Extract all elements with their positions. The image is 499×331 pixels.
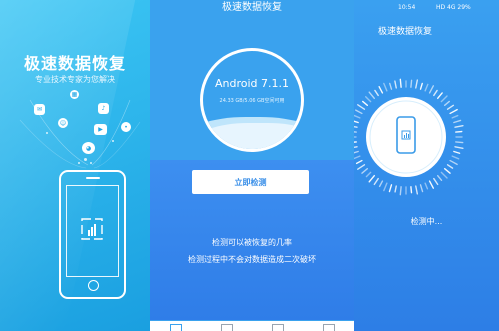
android-version: Android 7.1.1 <box>214 77 289 90</box>
scan-progress-label: 检测中... <box>410 217 443 226</box>
scan-tick <box>354 114 361 119</box>
storage-gauge: Android 7.1.1 24.33 GB/5.06 GB空间可用 <box>200 48 304 152</box>
scan-tick <box>454 124 464 128</box>
recovery-icon <box>81 218 103 240</box>
phone-speaker <box>85 177 100 179</box>
scan-tick <box>440 95 448 103</box>
scan-tick <box>440 171 448 179</box>
scan-tick <box>354 120 359 124</box>
scan-tick <box>354 131 357 133</box>
scan-tick <box>419 82 423 90</box>
scan-tick <box>433 177 439 186</box>
storage-text: 24.33 GB/5.06 GB空间可用 <box>219 98 285 104</box>
scan-tick <box>378 86 384 94</box>
note-line-1: 检测可以被恢复的几率 <box>212 238 292 247</box>
scan-animation <box>354 78 464 196</box>
scan-tick <box>410 186 413 194</box>
note-line-2: 检测过程中不会对数据造成二次破坏 <box>188 255 316 264</box>
scan-tick <box>354 146 358 149</box>
scan-tick <box>354 155 361 160</box>
scan-tick <box>394 80 397 89</box>
scan-tick <box>437 92 443 100</box>
scan-tick <box>354 125 358 128</box>
scan-tick <box>419 184 424 193</box>
main-screen: 极速数据恢复 Android 7.1.1 24.33 GB/5.06 GB空间可… <box>150 0 354 331</box>
scan-tick <box>354 141 357 143</box>
bar-icon <box>406 133 407 138</box>
scan-tick <box>368 174 375 183</box>
scan-tick <box>449 108 458 115</box>
scan-tick <box>354 150 359 154</box>
bar-icon <box>404 135 405 138</box>
help-tab-icon[interactable] <box>322 324 335 331</box>
scan-tick <box>415 79 419 89</box>
scan-tick <box>455 130 463 133</box>
scan-tick <box>368 91 375 100</box>
splash-screen: 极速数据恢复 专业技术专家为您解决 ✉ ▦ ♪ ☺ ▶ • ◕ <box>0 0 150 331</box>
scan-tick <box>443 168 451 174</box>
scan-tick <box>424 182 429 190</box>
scan-tick <box>451 155 460 160</box>
detect-now-button[interactable]: 立即检测 <box>192 170 309 194</box>
phone-home-button <box>87 280 99 291</box>
scan-tick <box>453 150 461 154</box>
scan-tick <box>357 164 366 170</box>
scan-tick <box>424 83 429 92</box>
service-tab-icon[interactable] <box>271 324 284 331</box>
scan-tick <box>451 114 459 119</box>
scan-tick <box>383 82 388 92</box>
scan-tick <box>355 109 363 115</box>
records-tab-icon[interactable] <box>220 324 233 331</box>
scan-tick <box>399 186 402 196</box>
scan-tick <box>355 159 363 165</box>
scan-tick <box>453 119 462 124</box>
scan-tick <box>428 180 435 189</box>
scanning-screen: 10:54 HD 4G 29% 极速数据恢复 检测中... <box>354 0 499 331</box>
home-tab-icon[interactable] <box>169 324 182 331</box>
scan-tick <box>394 185 397 193</box>
scan-tick <box>446 104 455 110</box>
scan-tick <box>399 78 402 88</box>
scan-tick <box>389 82 393 90</box>
bottom-tab-bar <box>150 321 354 331</box>
scan-tick <box>449 159 458 166</box>
phone-screen <box>66 185 119 277</box>
bar-icon <box>408 134 409 138</box>
scan-tick <box>388 184 393 193</box>
gauge-wave <box>203 123 301 149</box>
gauge-inner: Android 7.1.1 24.33 GB/5.06 GB空间可用 <box>203 51 301 149</box>
scan-tick <box>365 171 372 178</box>
scan-tick <box>443 100 450 106</box>
scan-tick <box>433 89 438 97</box>
scan-tick <box>410 79 413 88</box>
scan-tick <box>446 164 454 169</box>
scan-tick <box>361 168 369 174</box>
scan-tick <box>374 89 379 97</box>
scan-tick <box>428 85 435 94</box>
header-title: 极速数据恢复 <box>222 2 282 13</box>
scan-tick <box>373 177 379 186</box>
scan-tick <box>383 182 388 192</box>
scan-tick <box>415 185 419 195</box>
phone-illustration <box>59 170 126 299</box>
scan-tick <box>378 180 384 188</box>
scan-tick <box>362 100 369 106</box>
scan-tick <box>454 146 464 150</box>
scan-tick <box>364 95 372 103</box>
scan-tick <box>437 174 443 181</box>
scan-tick <box>357 104 366 110</box>
scan-tick <box>455 141 464 144</box>
